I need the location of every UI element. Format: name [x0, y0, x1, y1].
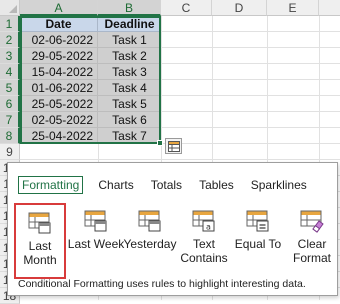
eraser-icon	[300, 210, 324, 233]
column-header-c[interactable]: C	[161, 0, 212, 16]
gridline	[161, 127, 340, 128]
quick-analysis-button[interactable]	[165, 138, 182, 154]
option-label: Clear	[297, 237, 327, 251]
task-cell[interactable]: Task 3	[98, 64, 161, 80]
row-header-1[interactable]: 1	[0, 16, 20, 32]
column-header-a[interactable]: A	[20, 0, 98, 16]
option-clear-format[interactable]: Clear Format	[286, 203, 338, 279]
header-cell-deadline[interactable]: Deadline	[98, 16, 161, 32]
gridline	[161, 111, 340, 112]
header-cell-date[interactable]: Date	[20, 16, 98, 32]
text-contains-icon: a	[192, 210, 215, 232]
column-header-b[interactable]: B	[98, 0, 161, 16]
option-last-month[interactable]: Last Month	[14, 203, 66, 279]
option-label: Contains	[180, 251, 228, 265]
row-header-7[interactable]: 7	[0, 112, 20, 128]
option-equal-to[interactable]: Equal To	[232, 203, 284, 279]
quick-analysis-icon	[167, 140, 180, 152]
gridline	[161, 79, 340, 80]
date-cell[interactable]: 29-05-2022	[20, 48, 98, 64]
column-header-f[interactable]	[319, 0, 340, 16]
task-cell[interactable]: Task 2	[98, 48, 161, 64]
gridline	[161, 31, 340, 32]
gridline	[161, 95, 340, 96]
task-cell[interactable]: Task 7	[98, 128, 161, 144]
equal-to-icon	[246, 210, 269, 232]
option-text-contains[interactable]: a Text Contains	[178, 203, 230, 279]
option-last-week[interactable]: Last Week	[67, 203, 125, 279]
date-cell[interactable]: 01-06-2022	[20, 80, 98, 96]
gridline	[161, 47, 340, 48]
row-header-2[interactable]: 2	[0, 32, 20, 48]
calendar-table-icon	[84, 210, 107, 232]
date-cell[interactable]: 02-05-2022	[20, 112, 98, 128]
option-yesterday[interactable]: Yesterday	[124, 203, 176, 279]
row-header-4[interactable]: 4	[0, 64, 20, 80]
row-header-9[interactable]: 9	[0, 144, 20, 160]
option-label: Month	[23, 253, 57, 267]
task-cell[interactable]: Task 5	[98, 96, 161, 112]
gridline	[161, 63, 340, 64]
row-header-8[interactable]: 8	[0, 128, 20, 144]
option-label: Equal To	[234, 237, 282, 251]
column-header-e[interactable]: E	[267, 0, 319, 16]
option-label: Last	[28, 239, 52, 253]
option-label: Format	[292, 251, 331, 265]
quick-analysis-tabs: Formatting Charts Totals Tables Sparklin…	[18, 175, 322, 195]
option-label: Yesterday	[123, 237, 177, 251]
column-header-row: A B C D E	[0, 0, 340, 16]
calendar-table-icon	[138, 210, 161, 232]
tab-totals[interactable]: Totals	[149, 177, 184, 193]
gridline	[161, 143, 340, 144]
task-cell[interactable]: Task 6	[98, 112, 161, 128]
option-label: Text	[192, 237, 215, 251]
date-cell[interactable]: 25-05-2022	[20, 96, 98, 112]
option-label: Last Week	[67, 237, 125, 251]
tab-formatting[interactable]: Formatting	[18, 176, 84, 194]
popup-description: Conditional Formatting uses rules to hig…	[18, 278, 306, 290]
row-header-3[interactable]: 3	[0, 48, 20, 64]
calendar-table-icon	[28, 212, 51, 234]
date-cell[interactable]: 15-04-2022	[20, 64, 98, 80]
gridline	[20, 159, 340, 160]
column-header-d[interactable]: D	[212, 0, 267, 16]
tab-charts[interactable]: Charts	[96, 177, 135, 193]
tab-sparklines[interactable]: Sparklines	[249, 177, 309, 193]
date-cell[interactable]: 02-06-2022	[20, 32, 98, 48]
tab-tables[interactable]: Tables	[197, 177, 236, 193]
quick-analysis-popup: Formatting Charts Totals Tables Sparklin…	[7, 162, 338, 296]
date-cell[interactable]: 25-04-2022	[20, 128, 98, 144]
row-header-6[interactable]: 6	[0, 96, 20, 112]
task-cell[interactable]: Task 1	[98, 32, 161, 48]
task-cell[interactable]: Task 4	[98, 80, 161, 96]
fill-handle[interactable]	[157, 140, 163, 146]
select-all-corner[interactable]	[0, 0, 20, 16]
row-header-5[interactable]: 5	[0, 80, 20, 96]
svg-text:a: a	[206, 223, 211, 232]
